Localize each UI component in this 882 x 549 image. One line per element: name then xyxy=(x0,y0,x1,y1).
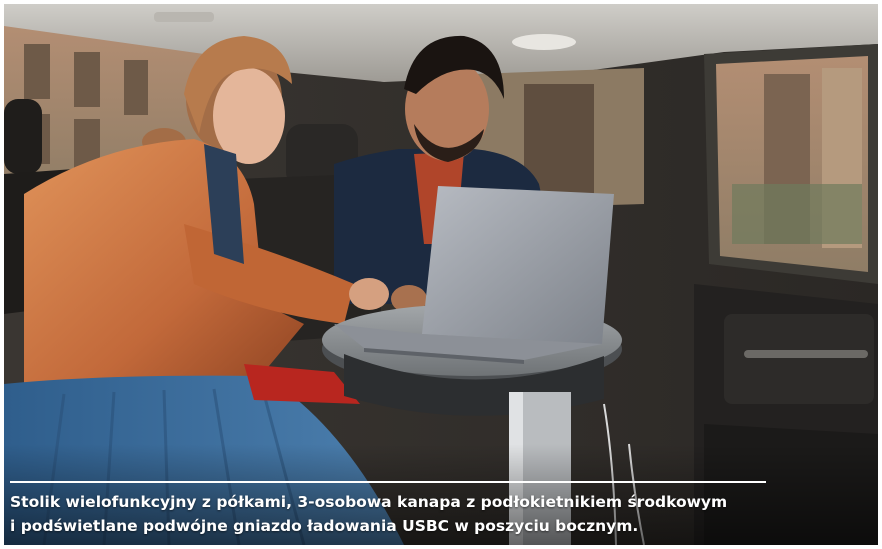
caption-line-2: i podświetlane podwójne gniazdo ładowani… xyxy=(10,517,639,535)
caption-divider xyxy=(10,481,766,483)
van-interior-photo xyxy=(4,4,878,545)
caption-line-1: Stolik wielofunkcyjny z półkami, 3-osobo… xyxy=(10,493,728,511)
photo-caption: Stolik wielofunkcyjny z półkami, 3-osobo… xyxy=(10,490,810,538)
photo-frame: Stolik wielofunkcyjny z półkami, 3-osobo… xyxy=(4,4,878,545)
